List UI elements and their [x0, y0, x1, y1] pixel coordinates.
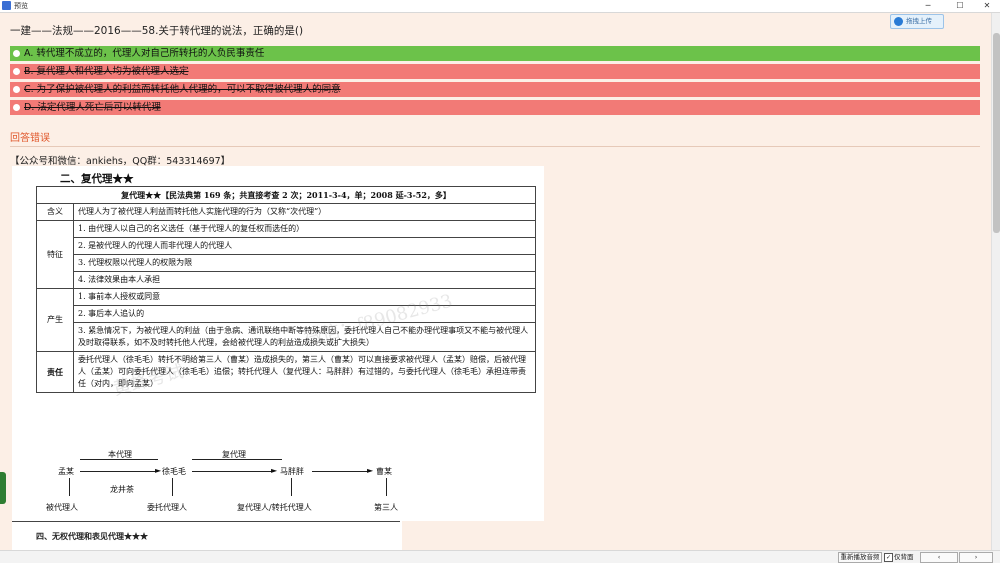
option-b[interactable]: B. 复代理人和代理人均为被代理人选定 [10, 64, 980, 79]
table-cell: 1. 事前本人授权或同意 [73, 288, 536, 306]
question-text: 一建——法规——2016——58.关于转代理的说法，正确的是() [10, 25, 304, 37]
upload-label: 拖拽上传 [906, 17, 932, 25]
table-cell: 2. 事后本人追认的 [73, 305, 536, 323]
arrow-line [172, 478, 173, 496]
arrow-line [291, 478, 292, 496]
option-label: D. 法定代理人死亡后可以转代理 [24, 102, 161, 113]
explanation-image: 二、复代理★★ 复代理★★【民法典第 169 条；共直接考查 2 次；2011-… [12, 166, 544, 521]
cloud-upload-icon [894, 17, 903, 26]
radio-icon [13, 86, 20, 93]
brace-line [80, 459, 158, 460]
diagram-node: 马胖胖 [280, 467, 304, 476]
diagram-node: 徐毛毛 [162, 467, 186, 476]
arrow-line [386, 478, 387, 496]
window-title: 预览 [14, 2, 28, 10]
minimize-button[interactable]: ─ [916, 0, 940, 12]
diagram-label: 龙井茶 [110, 485, 134, 494]
table-cell: 3. 代理权限以代理人的权限为限 [73, 254, 536, 272]
maximize-button[interactable]: ☐ [948, 0, 972, 12]
next-section-image: 四、无权代理和表见代理★★★ [12, 521, 402, 550]
diagram-role: 第三人 [374, 503, 398, 512]
divider [12, 521, 400, 522]
scrollbar-thumb[interactable] [993, 33, 1000, 233]
option-label: A. 转代理不成立的，代理人对自己所转托的人负民事责任 [24, 48, 265, 59]
option-label: C. 为了保护被代理人的利益而转托他人代理的，可以不取得被代理人的同意 [24, 84, 341, 95]
title-bar: 预览 ─ ☐ ✕ [0, 0, 1000, 13]
contact-info: 【公众号和微信：ankiehs，QQ群：543314697】 [10, 156, 231, 167]
next-section-title: 四、无权代理和表见代理★★★ [36, 531, 148, 541]
radio-icon [13, 68, 20, 75]
table-cell: 1. 由代理人以自己的名义选任（基于代理人的复任权而选任的） [73, 220, 536, 238]
radio-icon [13, 50, 20, 57]
replay-audio-button[interactable]: 重新播放音频 [838, 552, 882, 563]
row-label: 责任 [36, 351, 74, 393]
option-a[interactable]: A. 转代理不成立的，代理人对自己所转托的人负民事责任 [10, 46, 980, 61]
side-panel-handle[interactable] [0, 472, 6, 504]
diagram-role: 复代理人/转托代理人 [237, 503, 312, 512]
vertical-scrollbar[interactable] [991, 13, 1000, 550]
option-label: B. 复代理人和代理人均为被代理人选定 [24, 66, 189, 77]
radio-icon [13, 104, 20, 111]
prev-button[interactable]: ‹ [920, 552, 958, 563]
row-label: 产生 [36, 288, 74, 352]
brace-line [192, 459, 282, 460]
bottom-bar: 重新播放音频 ✓ 仅背面 ‹ › [0, 550, 1000, 563]
app-icon [2, 1, 11, 10]
table-cell: 4. 法律效果由本人承担 [73, 271, 536, 289]
arrow-line [192, 471, 274, 472]
options-list: A. 转代理不成立的，代理人对自己所转托的人负民事责任 B. 复代理人和代理人均… [10, 46, 980, 118]
diagram-node: 曹某 [376, 467, 392, 476]
answer-result: 回答错误 [10, 133, 50, 144]
back-only-checkbox[interactable]: ✓ [884, 553, 893, 562]
diagram-role: 被代理人 [46, 503, 78, 512]
table-cell: 2. 是被代理人的代理人而非代理人的代理人 [73, 237, 536, 255]
explanation-table: 复代理★★【民法典第 169 条；共直接考查 2 次；2011-3-4，单；20… [36, 186, 536, 393]
arrow-head-icon: ► [155, 466, 162, 475]
arrow-head-icon: ► [367, 466, 374, 475]
option-c[interactable]: C. 为了保护被代理人的利益而转托他人代理的，可以不取得被代理人的同意 [10, 82, 980, 97]
row-label: 特征 [36, 220, 74, 289]
option-d[interactable]: D. 法定代理人死亡后可以转代理 [10, 100, 980, 115]
table-header: 复代理★★【民法典第 169 条；共直接考查 2 次；2011-3-4，单；20… [36, 186, 536, 204]
row-label: 含义 [36, 203, 74, 221]
diagram-role: 委托代理人 [147, 503, 187, 512]
close-button[interactable]: ✕ [975, 0, 999, 12]
arrow-line [69, 478, 70, 496]
next-button[interactable]: › [959, 552, 993, 563]
diagram-node: 孟某 [58, 467, 74, 476]
arrow-line [312, 471, 370, 472]
arrow-head-icon: ► [271, 466, 278, 475]
doc-heading: 二、复代理★★ [60, 173, 134, 185]
arrow-line [80, 471, 158, 472]
divider [10, 146, 980, 147]
back-only-label: 仅背面 [894, 553, 914, 561]
table-cell: 代理人为了被代理人利益而转托他人实施代理的行为（又称“次代理”） [73, 203, 536, 221]
upload-button[interactable]: 拖拽上传 [890, 14, 944, 29]
